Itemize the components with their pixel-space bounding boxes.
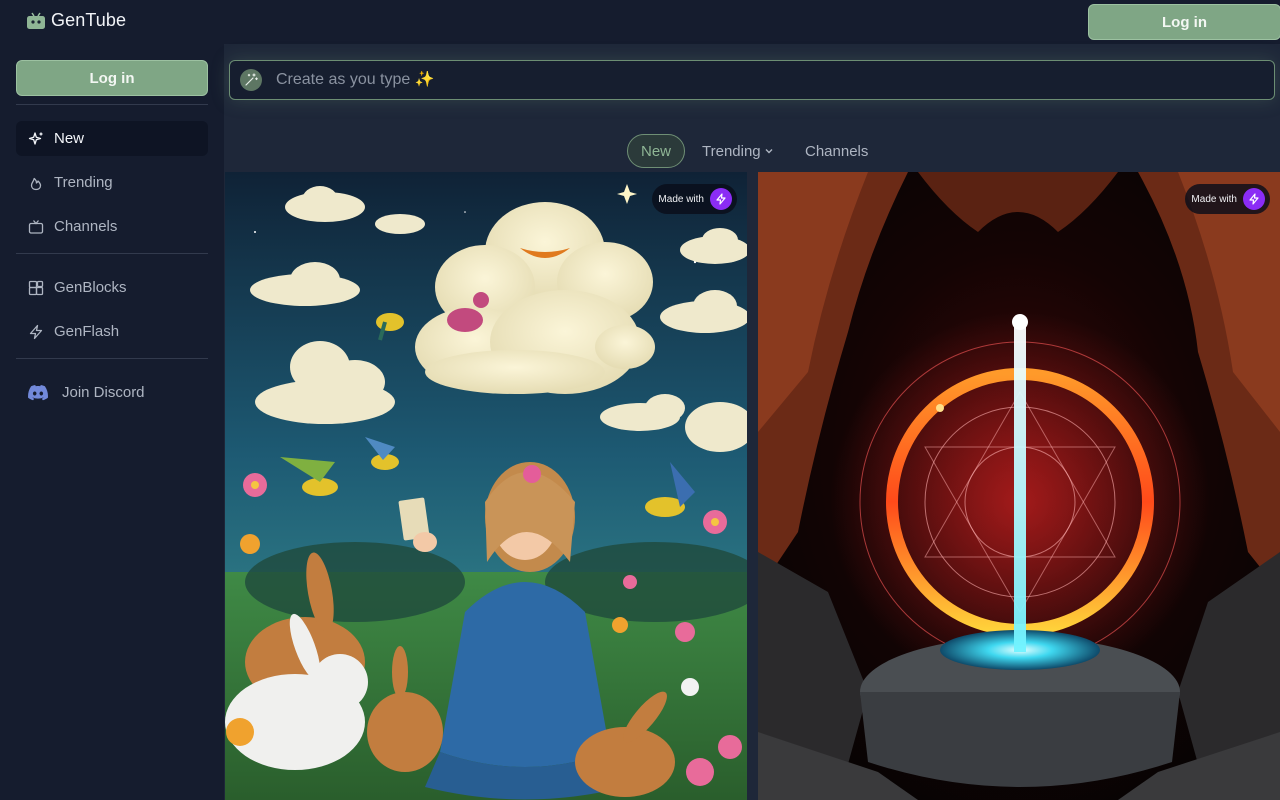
tab-channels[interactable]: Channels (805, 134, 868, 168)
made-with-label: Made with (1191, 193, 1237, 205)
blocks-icon (28, 280, 44, 295)
sidebar-item-label: New (54, 130, 85, 147)
prompt-bar[interactable] (229, 60, 1275, 100)
bolt-icon (29, 324, 43, 339)
sidebar-item-label: Trending (54, 174, 113, 191)
logo[interactable]: GenTube (26, 10, 126, 31)
tv-robot-logo-icon (27, 12, 45, 29)
tab-new[interactable]: New (627, 134, 685, 168)
discord-icon (28, 384, 48, 400)
sidebar-login-button[interactable]: Log in (16, 60, 208, 96)
app-title: GenTube (51, 10, 127, 30)
bolt-icon (710, 188, 732, 210)
sidebar-divider (16, 358, 208, 359)
tab-trending-label: Trending (702, 142, 761, 160)
chevron-down-icon (765, 149, 773, 154)
sidebar-item-label: Channels (54, 218, 118, 235)
tab-trending[interactable]: Trending (702, 134, 775, 168)
made-with-badge[interactable]: Made with (1185, 184, 1270, 214)
video-card[interactable]: Made with (225, 172, 747, 800)
sidebar-item-channels[interactable]: Channels (16, 209, 208, 244)
video-card[interactable]: Made with (758, 172, 1280, 800)
made-with-label: Made with (658, 193, 704, 205)
main-content: New Trending Channels (224, 44, 1280, 800)
prompt-input[interactable] (276, 71, 1274, 89)
magic-wand-icon (240, 69, 262, 91)
flame-icon (30, 177, 42, 190)
sidebar-item-label: GenBlocks (54, 279, 127, 296)
sidebar-item-trending[interactable]: Trending (16, 165, 208, 200)
sidebar: Log in New Trending Channels GenBlocks G… (0, 44, 224, 800)
sidebar-item-discord[interactable]: Join Discord (16, 375, 208, 410)
magic-portal-in-cave-image (758, 172, 1280, 800)
top-bar: GenTube Log in (0, 0, 1280, 44)
sidebar-item-label: GenFlash (54, 323, 120, 340)
made-with-badge[interactable]: Made with (652, 184, 737, 214)
discord-label: Join Discord (62, 384, 145, 401)
sidebar-item-genflash[interactable]: GenFlash (16, 314, 208, 349)
header-login-button[interactable]: Log in (1088, 4, 1280, 40)
sparkle-icon (28, 131, 43, 145)
feed-tabs: New Trending Channels (224, 134, 1280, 168)
sidebar-item-genblocks[interactable]: GenBlocks (16, 270, 208, 305)
bolt-icon (1243, 188, 1265, 210)
sidebar-item-new[interactable]: New (16, 121, 208, 156)
tv-icon (28, 219, 44, 234)
girl-with-rabbits-and-birds-image (225, 172, 747, 800)
sidebar-divider (16, 104, 208, 105)
sidebar-divider (16, 253, 208, 254)
